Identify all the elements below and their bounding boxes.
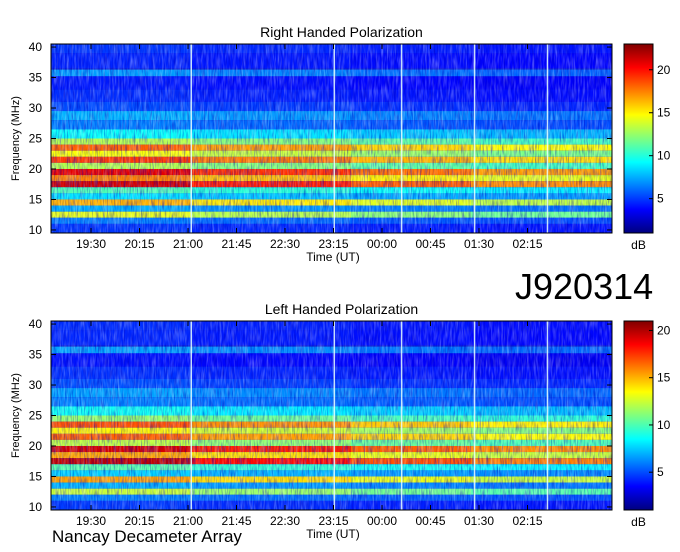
colorbar-tick-label: 15: [657, 106, 671, 120]
x-tick-label: 22:30: [270, 514, 300, 528]
y-tick-label: 30: [29, 378, 43, 392]
x-tick-label: 19:30: [76, 237, 106, 251]
x-tick-label: 00:45: [415, 514, 445, 528]
y-tick-label: 20: [29, 439, 43, 453]
x-tick-label: 21:45: [221, 514, 251, 528]
x-tick-label: 00:45: [415, 237, 445, 251]
colorbar: [623, 320, 654, 511]
colorbar-tick-label: 10: [657, 418, 671, 432]
spectrogram-image: [51, 44, 612, 233]
x-tick-label: 02:15: [512, 237, 542, 251]
y-tick-label: 40: [29, 40, 43, 54]
y-tick-label: 35: [29, 348, 43, 362]
panel-title: Right Handed Polarization: [260, 24, 423, 40]
left-polarization-panel: Left Handed Polarization 10 15 20 25 30 35 40 Fr…: [10, 301, 671, 541]
y-tick-label: 10: [29, 223, 43, 237]
x-tick-label: 20:15: [124, 514, 154, 528]
colorbar-label: dB: [631, 515, 646, 529]
x-tick-label: 02:15: [512, 514, 542, 528]
panel-title: Left Handed Polarization: [265, 301, 418, 317]
y-tick-label: 20: [29, 162, 43, 176]
y-tick-label: 10: [29, 500, 43, 514]
event-id-label: J920314: [515, 266, 654, 307]
colorbar-label: dB: [631, 238, 646, 252]
noise-dark: [51, 44, 612, 233]
spectrogram-image: [51, 321, 612, 510]
y-tick-label: 40: [29, 317, 43, 331]
x-axis-label: Time (UT): [306, 250, 360, 264]
x-tick-label: 21:00: [173, 237, 203, 251]
x-tick-label: 22:30: [270, 237, 300, 251]
colorbar-tick-label: 10: [657, 149, 671, 163]
y-tick-label: 30: [29, 101, 43, 115]
right-polarization-panel: Right Handed Polarization 10 15 20 25 30 35 40 F…: [10, 24, 671, 264]
x-axis-label: Time (UT): [306, 527, 360, 541]
y-tick-label: 15: [29, 192, 43, 206]
y-axis-label: Frequency (MHz): [10, 96, 22, 181]
colorbar-tick-label: 20: [657, 63, 671, 77]
colorbar-tick-label: 20: [657, 323, 671, 337]
y-tick-label: 25: [29, 409, 43, 423]
x-tick-label: 23:15: [318, 237, 348, 251]
colorbar-tick-label: 5: [657, 465, 664, 479]
x-tick-label: 21:00: [173, 514, 203, 528]
x-tick-label: 23:15: [318, 514, 348, 528]
x-tick-label: 20:15: [124, 237, 154, 251]
y-axis-label: Frequency (MHz): [10, 373, 22, 458]
colorbar-tick-label: 5: [657, 192, 664, 206]
colorbar-tick-label: 15: [657, 371, 671, 385]
colorbar: [623, 43, 654, 234]
instrument-label: Nancay Decameter Array: [52, 527, 242, 546]
y-tick-label: 25: [29, 132, 43, 146]
y-tick-label: 35: [29, 71, 43, 85]
x-tick-label: 19:30: [76, 514, 106, 528]
noise-dark: [51, 321, 612, 510]
x-tick-label: 21:45: [221, 237, 251, 251]
y-tick-label: 15: [29, 469, 43, 483]
x-tick-label: 01:30: [464, 237, 494, 251]
x-tick-label: 00:00: [367, 514, 397, 528]
x-tick-label: 01:30: [464, 514, 494, 528]
x-tick-label: 00:00: [367, 237, 397, 251]
